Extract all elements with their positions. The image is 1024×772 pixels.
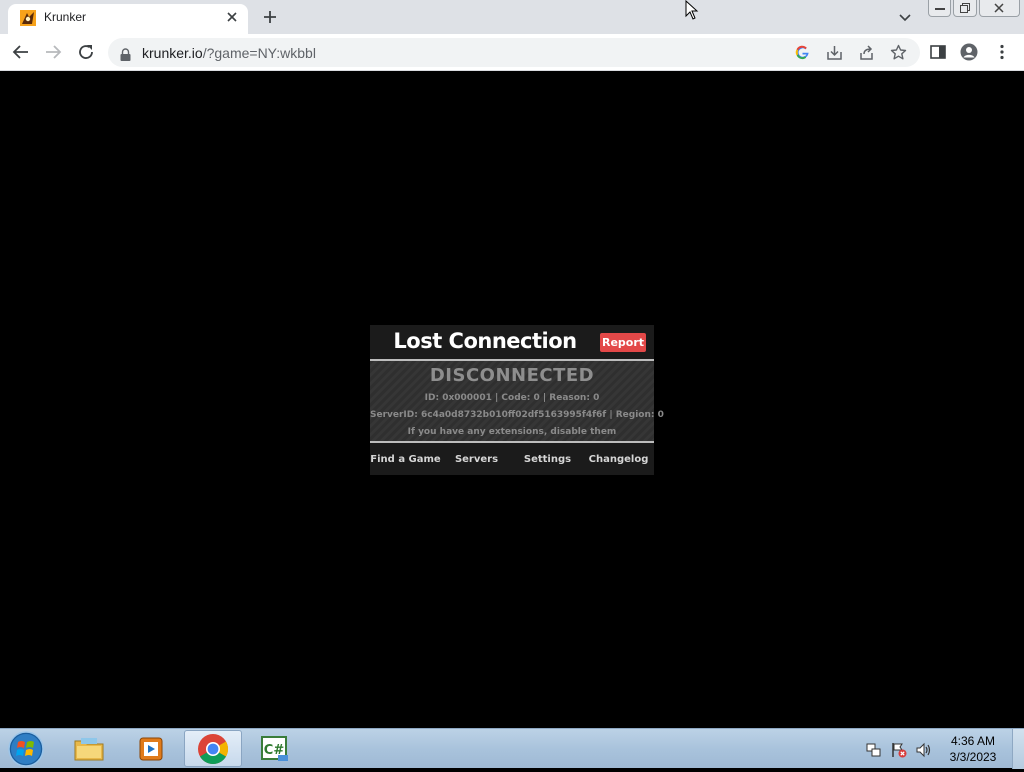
bookmark-star-icon[interactable] bbox=[890, 44, 907, 61]
dialog-nav: Find a Game Servers Settings Changelog bbox=[370, 447, 654, 473]
url-host: krunker.io bbox=[142, 45, 203, 61]
tab-strip: Krunker bbox=[0, 0, 1024, 34]
mouse-cursor-icon bbox=[685, 0, 699, 20]
extensions-hint: If you have any extensions, disable them bbox=[407, 427, 617, 437]
taskbar: C# 4:36 AM 3/3/2023 bbox=[0, 728, 1024, 769]
volume-icon[interactable] bbox=[915, 742, 931, 758]
tab-close-icon[interactable] bbox=[224, 9, 240, 25]
google-lens-icon[interactable] bbox=[794, 44, 811, 61]
window-controls bbox=[928, 0, 1020, 18]
close-window-button[interactable] bbox=[978, 0, 1020, 17]
tab-krunker[interactable]: Krunker bbox=[8, 4, 248, 34]
restore-button[interactable] bbox=[953, 0, 977, 17]
taskbar-explorer-icon[interactable] bbox=[60, 730, 118, 767]
back-arrow-icon[interactable] bbox=[12, 43, 30, 61]
address-bar[interactable]: krunker.io/?game=NY:wkbbl bbox=[108, 38, 920, 67]
servers-button[interactable]: Servers bbox=[441, 447, 512, 473]
taskbar-csharp-icon[interactable]: C# bbox=[246, 730, 304, 767]
taskbar-chrome-icon[interactable] bbox=[184, 730, 242, 767]
report-button[interactable]: Report bbox=[600, 333, 646, 352]
url-path: /?game=NY:wkbbl bbox=[202, 45, 316, 61]
lost-connection-dialog: Lost Connection Report DISCONNECTED ID: … bbox=[370, 325, 664, 475]
clock-date: 3/3/2023 bbox=[949, 750, 997, 764]
krunker-favicon-icon bbox=[20, 10, 36, 26]
settings-button[interactable]: Settings bbox=[512, 447, 583, 473]
start-button[interactable] bbox=[6, 730, 46, 768]
action-center-flag-icon[interactable] bbox=[891, 742, 907, 758]
reload-icon[interactable] bbox=[77, 43, 95, 61]
dialog-body: DISCONNECTED ID: 0x000001 | Code: 0 | Re… bbox=[370, 359, 664, 443]
page-viewport: Lost Connection Report DISCONNECTED ID: … bbox=[0, 71, 1024, 728]
share-icon[interactable] bbox=[858, 44, 875, 61]
show-desktop-button[interactable] bbox=[1012, 729, 1024, 769]
connection-info: ID: 0x000001 | Code: 0 | Reason: 0 bbox=[424, 393, 600, 403]
system-clock[interactable]: 4:36 AM 3/3/2023 bbox=[940, 733, 1006, 765]
status-heading: DISCONNECTED bbox=[429, 365, 595, 386]
lock-icon[interactable] bbox=[120, 46, 131, 61]
changelog-button[interactable]: Changelog bbox=[583, 447, 654, 473]
clock-time: 4:36 AM bbox=[950, 734, 996, 748]
tab-title: Krunker bbox=[44, 10, 87, 24]
tab-search-chevron-down-icon[interactable] bbox=[896, 8, 914, 26]
dialog-title: Lost Connection bbox=[393, 329, 577, 353]
network-icon[interactable] bbox=[866, 742, 882, 758]
minimize-button[interactable] bbox=[928, 0, 952, 17]
new-tab-icon[interactable] bbox=[259, 6, 281, 28]
url-text[interactable]: krunker.io/?game=NY:wkbbl bbox=[142, 45, 316, 61]
find-a-game-button[interactable]: Find a Game bbox=[370, 447, 441, 473]
browser-toolbar: krunker.io/?game=NY:wkbbl bbox=[0, 34, 1024, 71]
more-menu-icon[interactable] bbox=[993, 43, 1011, 61]
taskbar-media-player-icon[interactable] bbox=[122, 730, 180, 767]
forward-arrow-icon[interactable] bbox=[44, 43, 62, 61]
install-app-icon[interactable] bbox=[826, 44, 843, 61]
profile-avatar-icon[interactable] bbox=[960, 43, 978, 61]
server-info: ServerID: 6c4a0d8732b010ff02df5163995f4f… bbox=[370, 410, 664, 420]
side-panel-icon[interactable] bbox=[929, 43, 947, 61]
